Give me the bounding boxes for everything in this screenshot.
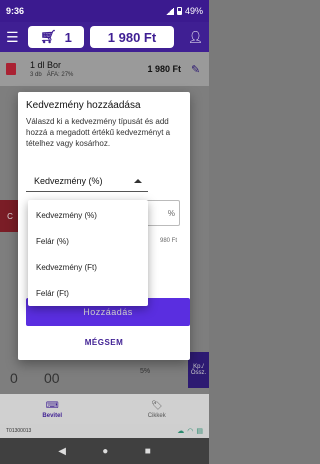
- add-person-icon[interactable]: 👤︎: [188, 30, 203, 44]
- tab-cikkek[interactable]: 🏷︎ Cikkek: [105, 394, 210, 424]
- footer-icons: ☁ ◠ ▤: [177, 427, 203, 435]
- status-time: 9:36: [6, 6, 25, 16]
- recents-icon[interactable]: ■: [145, 446, 151, 457]
- menu-option-discount-percent[interactable]: Kedvezmény (%): [28, 202, 148, 228]
- field-suffix: %: [167, 208, 175, 218]
- discount-type-menu: Kedvezmény (%) Felár (%) Kedvezmény (Ft)…: [28, 200, 148, 306]
- edit-pencil-icon[interactable]: ✎: [191, 63, 203, 76]
- device-footer: T01300013 ☁ ◠ ▤: [0, 424, 209, 438]
- dialog-title: Kedvezmény hozzáadása: [26, 100, 141, 111]
- background-cash-total-button: Kp./ Össz.: [188, 352, 209, 388]
- tab-bevitel[interactable]: ⌨ Bevitel: [0, 394, 105, 424]
- select-value: Kedvezmény (%): [34, 175, 103, 186]
- discount-type-select[interactable]: Kedvezmény (%): [26, 170, 148, 192]
- cart-item-row[interactable]: 1 dl Bor 3 db ÁFA: 27% 1 980 Ft ✎: [0, 52, 209, 86]
- dialog-description: Válaszd ki a kedvezmény típusát és add h…: [26, 117, 171, 148]
- cart-button[interactable]: 🛒︎ 1: [28, 26, 84, 48]
- hamburger-menu-icon[interactable]: ☰: [6, 29, 22, 46]
- cart-count: 1: [64, 29, 72, 45]
- delete-icon[interactable]: [6, 63, 16, 75]
- battery-icon: [176, 7, 182, 15]
- printer-icon: ▤: [196, 428, 203, 435]
- background-keypad-cell: 00: [44, 370, 60, 386]
- cart-icon: 🛒︎: [40, 29, 57, 44]
- app-bar: ☰ 🛒︎ 1 1 980 Ft 👤︎: [0, 22, 209, 52]
- background-red-tab: C: [0, 200, 20, 232]
- item-info: 1 dl Bor 3 db ÁFA: 27%: [30, 60, 73, 78]
- status-icons: 49%: [165, 6, 203, 16]
- menu-option-surcharge-ft[interactable]: Felár (Ft): [28, 280, 148, 306]
- item-vat: ÁFA: 27%: [46, 72, 74, 78]
- tab-label: Bevitel: [42, 412, 63, 419]
- tag-icon: 🏷︎: [151, 399, 163, 410]
- keyboard-icon: ⌨: [45, 399, 59, 410]
- home-icon[interactable]: ●: [102, 446, 108, 457]
- background-percent: 5%: [140, 368, 151, 375]
- menu-option-discount-ft[interactable]: Kedvezmény (Ft): [28, 254, 148, 280]
- wifi-icon: ◠: [187, 428, 194, 435]
- cancel-button[interactable]: MÉGSEM: [18, 338, 190, 347]
- menu-option-surcharge-percent[interactable]: Felár (%): [28, 228, 148, 254]
- signal-icon: [165, 7, 174, 15]
- system-nav-bar: ◀ ● ■: [0, 438, 209, 464]
- back-icon[interactable]: ◀: [58, 446, 66, 457]
- background-keypad-cell: 0: [10, 370, 18, 386]
- item-name: 1 dl Bor: [30, 60, 62, 70]
- cloud-icon: ☁: [177, 428, 185, 435]
- bottom-tab-bar: ⌨ Bevitel 🏷︎ Cikkek: [0, 394, 209, 424]
- total-button[interactable]: 1 980 Ft: [90, 26, 174, 48]
- status-bar: 9:36 49%: [0, 0, 209, 22]
- battery-percent: 49%: [184, 6, 203, 16]
- item-price: 1 980 Ft: [147, 64, 181, 74]
- device-id: T01300013: [6, 428, 32, 434]
- field-helper-text: 980 Ft: [160, 238, 178, 244]
- item-details: 3 db ÁFA: 27%: [30, 72, 73, 78]
- tab-label: Cikkek: [147, 412, 166, 419]
- caret-up-icon: [134, 178, 142, 183]
- item-qty: 3 db: [30, 72, 42, 78]
